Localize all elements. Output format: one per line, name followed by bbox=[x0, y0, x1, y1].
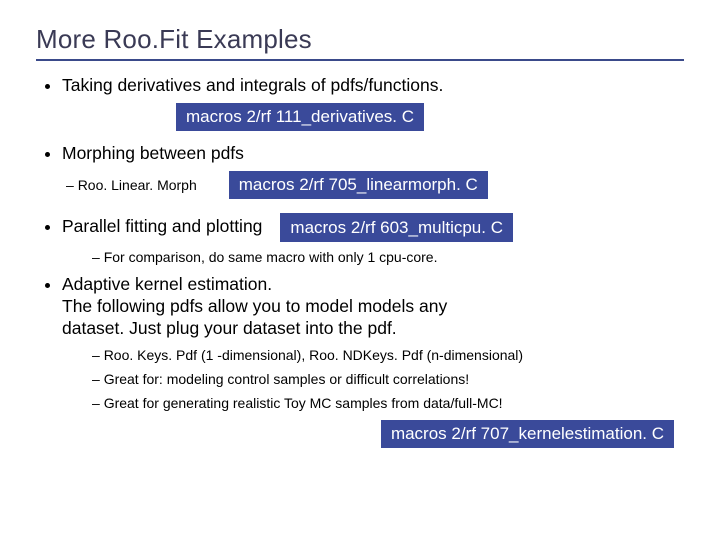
bullet-text: Parallel fitting and plotting bbox=[62, 216, 262, 238]
sub-bullet-comparison: For comparison, do same macro with only … bbox=[92, 248, 684, 266]
bullet-text-line1: Adaptive kernel estimation. bbox=[62, 274, 272, 294]
sub-bullet-greatfor2: Great for generating realistic Toy MC sa… bbox=[92, 394, 684, 412]
bullet-list: Taking derivatives and integrals of pdfs… bbox=[36, 75, 684, 97]
sub-bullet-linearmorph: Roo. Linear. Morph bbox=[66, 177, 197, 193]
sub-bullet-keyspdf: Roo. Keys. Pdf (1 -dimensional), Roo. ND… bbox=[92, 346, 684, 364]
sub-row: Roo. Linear. Morph macros 2/rf 705_linea… bbox=[36, 171, 684, 199]
bullet-text-line3: dataset. Just plug your dataset into the… bbox=[62, 318, 397, 338]
tag-row-bottom: macros 2/rf 707_kernelestimation. C bbox=[36, 420, 684, 448]
bullet-kernel: Adaptive kernel estimation. The followin… bbox=[62, 274, 684, 412]
sub-list: For comparison, do same macro with only … bbox=[62, 248, 684, 266]
tag-row: macros 2/rf 111_derivatives. C bbox=[36, 103, 684, 131]
sub-list: Roo. Keys. Pdf (1 -dimensional), Roo. ND… bbox=[62, 346, 684, 413]
bullet-text: Taking derivatives and integrals of pdfs… bbox=[62, 75, 443, 95]
bullet-morphing: Morphing between pdfs bbox=[62, 143, 684, 165]
bullet-text-line2: The following pdfs allow you to model mo… bbox=[62, 296, 447, 316]
bullet-text: Morphing between pdfs bbox=[62, 143, 244, 163]
bullet-list: Parallel fitting and plotting macros 2/r… bbox=[36, 213, 684, 413]
macro-tag-linearmorph: macros 2/rf 705_linearmorph. C bbox=[229, 171, 488, 199]
bullet-list: Morphing between pdfs bbox=[36, 143, 684, 165]
macro-tag-derivatives: macros 2/rf 111_derivatives. C bbox=[176, 103, 424, 131]
bullet-derivatives: Taking derivatives and integrals of pdfs… bbox=[62, 75, 684, 97]
slide: More Roo.Fit Examples Taking derivatives… bbox=[0, 0, 720, 540]
sub-bullet-greatfor1: Great for: modeling control samples or d… bbox=[92, 370, 684, 388]
macro-tag-multicpu: macros 2/rf 603_multicpu. C bbox=[280, 213, 513, 242]
page-title: More Roo.Fit Examples bbox=[36, 24, 684, 61]
macro-tag-kernel: macros 2/rf 707_kernelestimation. C bbox=[381, 420, 674, 448]
bullet-parallel: Parallel fitting and plotting macros 2/r… bbox=[62, 213, 684, 266]
